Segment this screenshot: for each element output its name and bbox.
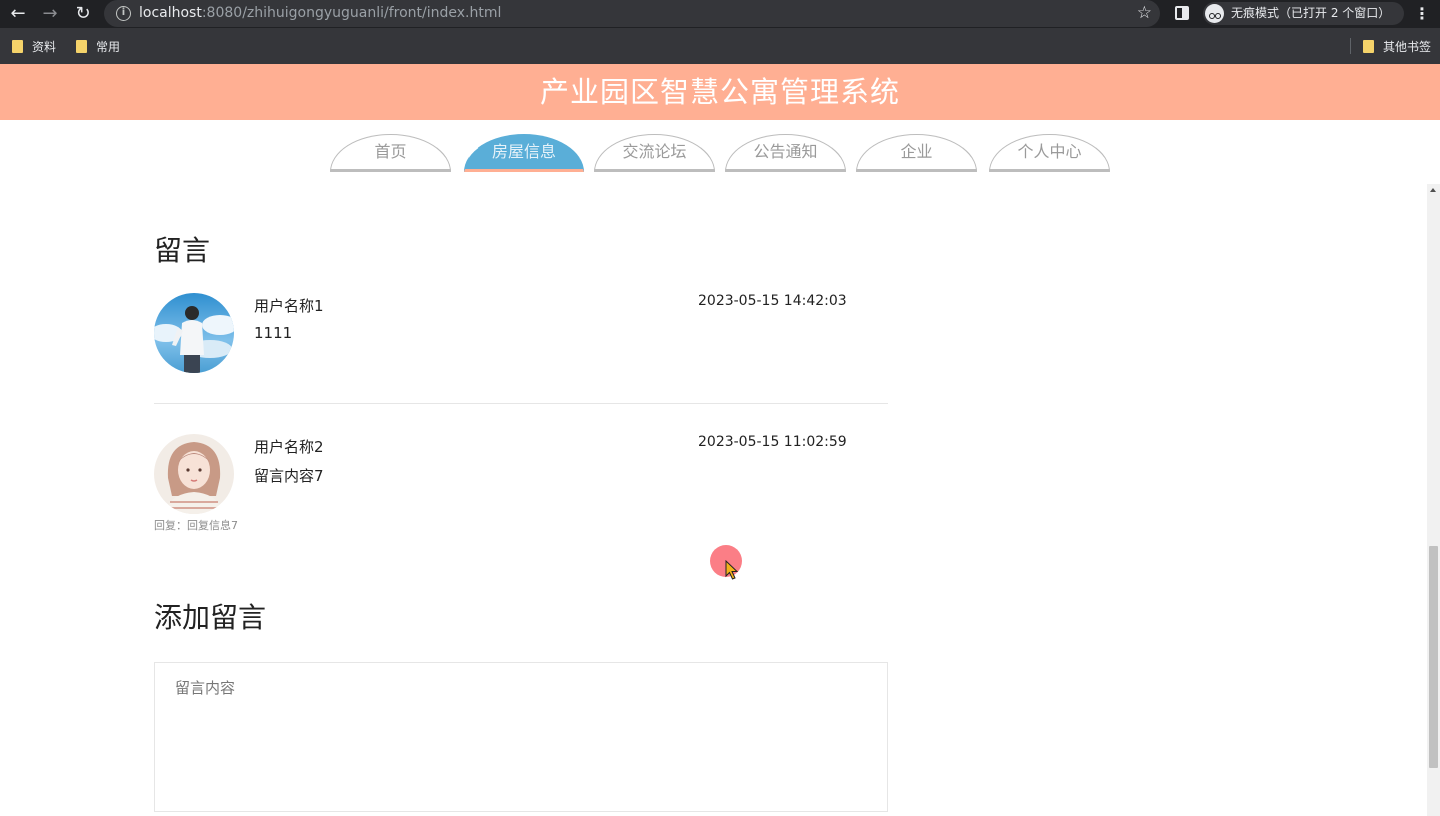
message-reply: 回复：回复信息7 — [154, 519, 238, 532]
list-item: 用户名称2 留言内容7 2023-05-15 11:02:59 — [154, 434, 888, 514]
back-icon[interactable]: ← — [7, 3, 29, 25]
bookmark-star-icon[interactable]: ☆ — [1137, 3, 1152, 23]
list-item: 用户名称1 1111 2023-05-15 14:42:03 — [154, 293, 888, 383]
messages-heading: 留言 — [154, 234, 211, 267]
browser-menu-icon[interactable]: ⋮ — [1414, 4, 1430, 23]
message-content: 留言内容7 — [254, 467, 324, 485]
add-message-heading: 添加留言 — [154, 601, 267, 634]
message-username: 用户名称2 — [254, 438, 324, 456]
bookmarks-bar: 资料 常用 其他书签 — [0, 28, 1440, 64]
tab-announcements[interactable]: 公告通知 — [725, 134, 846, 172]
message-content: 1111 — [254, 324, 293, 342]
avatar — [154, 434, 234, 514]
address-bar[interactable]: i localhost:8080/zhihuigongyuguanli/fron… — [104, 0, 1160, 27]
bookmark-folder-other[interactable]: 其他书签 — [1363, 38, 1431, 55]
tab-enterprise[interactable]: 企业 — [856, 134, 977, 172]
message-time: 2023-05-15 14:42:03 — [698, 293, 847, 309]
incognito-icon — [1205, 4, 1224, 23]
tab-home[interactable]: 首页 — [330, 134, 451, 172]
site-info-icon[interactable]: i — [116, 6, 131, 21]
tab-forum[interactable]: 交流论坛 — [594, 134, 715, 172]
reload-icon[interactable]: ↻ — [72, 3, 94, 25]
bookmark-folder-changyong[interactable]: 常用 — [76, 38, 120, 55]
avatar — [154, 293, 234, 373]
message-time: 2023-05-15 11:02:59 — [698, 434, 847, 450]
message-username: 用户名称1 — [254, 297, 324, 315]
tab-housing-info[interactable]: 房屋信息 — [464, 134, 584, 172]
scroll-thumb[interactable] — [1429, 546, 1438, 768]
message-content-input[interactable] — [154, 662, 888, 812]
page-scrollbar[interactable] — [1427, 184, 1440, 816]
bookmarks-separator — [1350, 38, 1351, 54]
incognito-indicator[interactable]: 无痕模式（已打开 2 个窗口） — [1203, 2, 1405, 25]
forward-icon[interactable]: → — [39, 3, 61, 25]
folder-icon — [1363, 40, 1374, 53]
site-title: 产业园区智慧公寓管理系统 — [539, 75, 900, 109]
mouse-pointer-icon — [725, 560, 739, 580]
main-nav: 首页 房屋信息 交流论坛 公告通知 企业 个人中心 — [0, 134, 1440, 174]
folder-icon — [76, 40, 87, 53]
browser-toolbar: ← → ↻ i localhost:8080/zhihuigongyuguanl… — [0, 0, 1440, 28]
scroll-up-arrow-icon[interactable] — [1430, 188, 1436, 192]
site-header: 产业园区智慧公寓管理系统 — [0, 64, 1440, 120]
folder-icon — [12, 40, 23, 53]
divider — [154, 403, 888, 404]
url-text[interactable]: localhost:8080/zhihuigongyuguanli/front/… — [139, 5, 501, 21]
bookmark-folder-ziliao[interactable]: 资料 — [12, 38, 56, 55]
tab-personal-center[interactable]: 个人中心 — [989, 134, 1110, 172]
side-panel-icon[interactable] — [1175, 6, 1189, 20]
